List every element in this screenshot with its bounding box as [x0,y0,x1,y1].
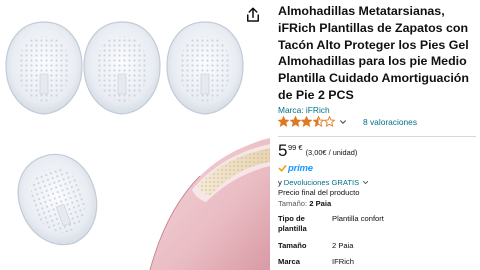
product-details: Almohadillas Metatarsianas, iFRich Plant… [278,3,476,270]
spec-value: IFRich [332,257,354,267]
divider [278,135,476,137]
ratings-count-link[interactable]: 8 valoraciones [363,117,417,127]
rating-row[interactable]: 8 valoraciones [278,116,476,128]
star-icon [289,116,301,128]
price-whole: 5 [278,140,288,160]
high-heel-shoe [149,138,270,270]
size-value: 2 Paia [309,198,332,208]
unit-price: (3,00€ / unidad) [305,147,358,157]
price-fraction-value: 99 [287,142,297,152]
star-icon [301,116,312,128]
size-label: Tamaño: [278,198,308,208]
chevron-down-icon[interactable] [362,179,369,186]
star-icon [324,116,335,128]
spec-key: Tipo de plantilla [278,213,307,234]
gel-pad [83,21,161,115]
prime-label: prime [288,162,313,174]
prime-badge: prime [278,163,476,174]
spec-key: Marca [278,257,300,267]
star-icon [278,116,289,128]
gel-pad [166,21,244,115]
spec-key: Tamaño [278,240,307,250]
gel-pad [5,21,83,115]
spec-value: Plantilla confort [332,213,384,223]
product-image[interactable] [0,0,270,270]
product-image-pane[interactable] [0,0,270,270]
spec-row: Tamaño 2 Paia [278,241,384,258]
spec-row: Marca IFRich [278,257,384,270]
returns-info: y Devoluciones GRATIS [278,178,476,187]
brand-link[interactable]: Marca: iFRich [278,105,476,115]
chevron-down-icon[interactable] [339,118,347,126]
checkmark-icon [278,164,287,172]
size-selection: Tamaño: 2 Paia [278,199,476,208]
star-icon [312,116,324,128]
free-returns-link[interactable]: Devoluciones GRATIS [284,178,359,187]
spec-row: Tipo de plantilla Plantilla confort [278,214,384,241]
product-specs-table: Tipo de plantilla Plantilla confort Tama… [278,214,384,270]
final-price-note: Precio final del producto [278,187,360,197]
star-rating[interactable] [278,116,335,128]
price-fraction: 99 € [288,143,303,153]
share-icon[interactable] [244,6,262,24]
price-currency: € [298,142,303,152]
spec-value: 2 Paia [332,240,354,250]
product-title: Almohadillas Metatarsianas, iFRich Plant… [278,4,469,102]
returns-prefix: y [278,177,282,187]
gel-pad [17,153,98,246]
price: 5 99 € (3,00€ / unidad) [278,141,476,161]
